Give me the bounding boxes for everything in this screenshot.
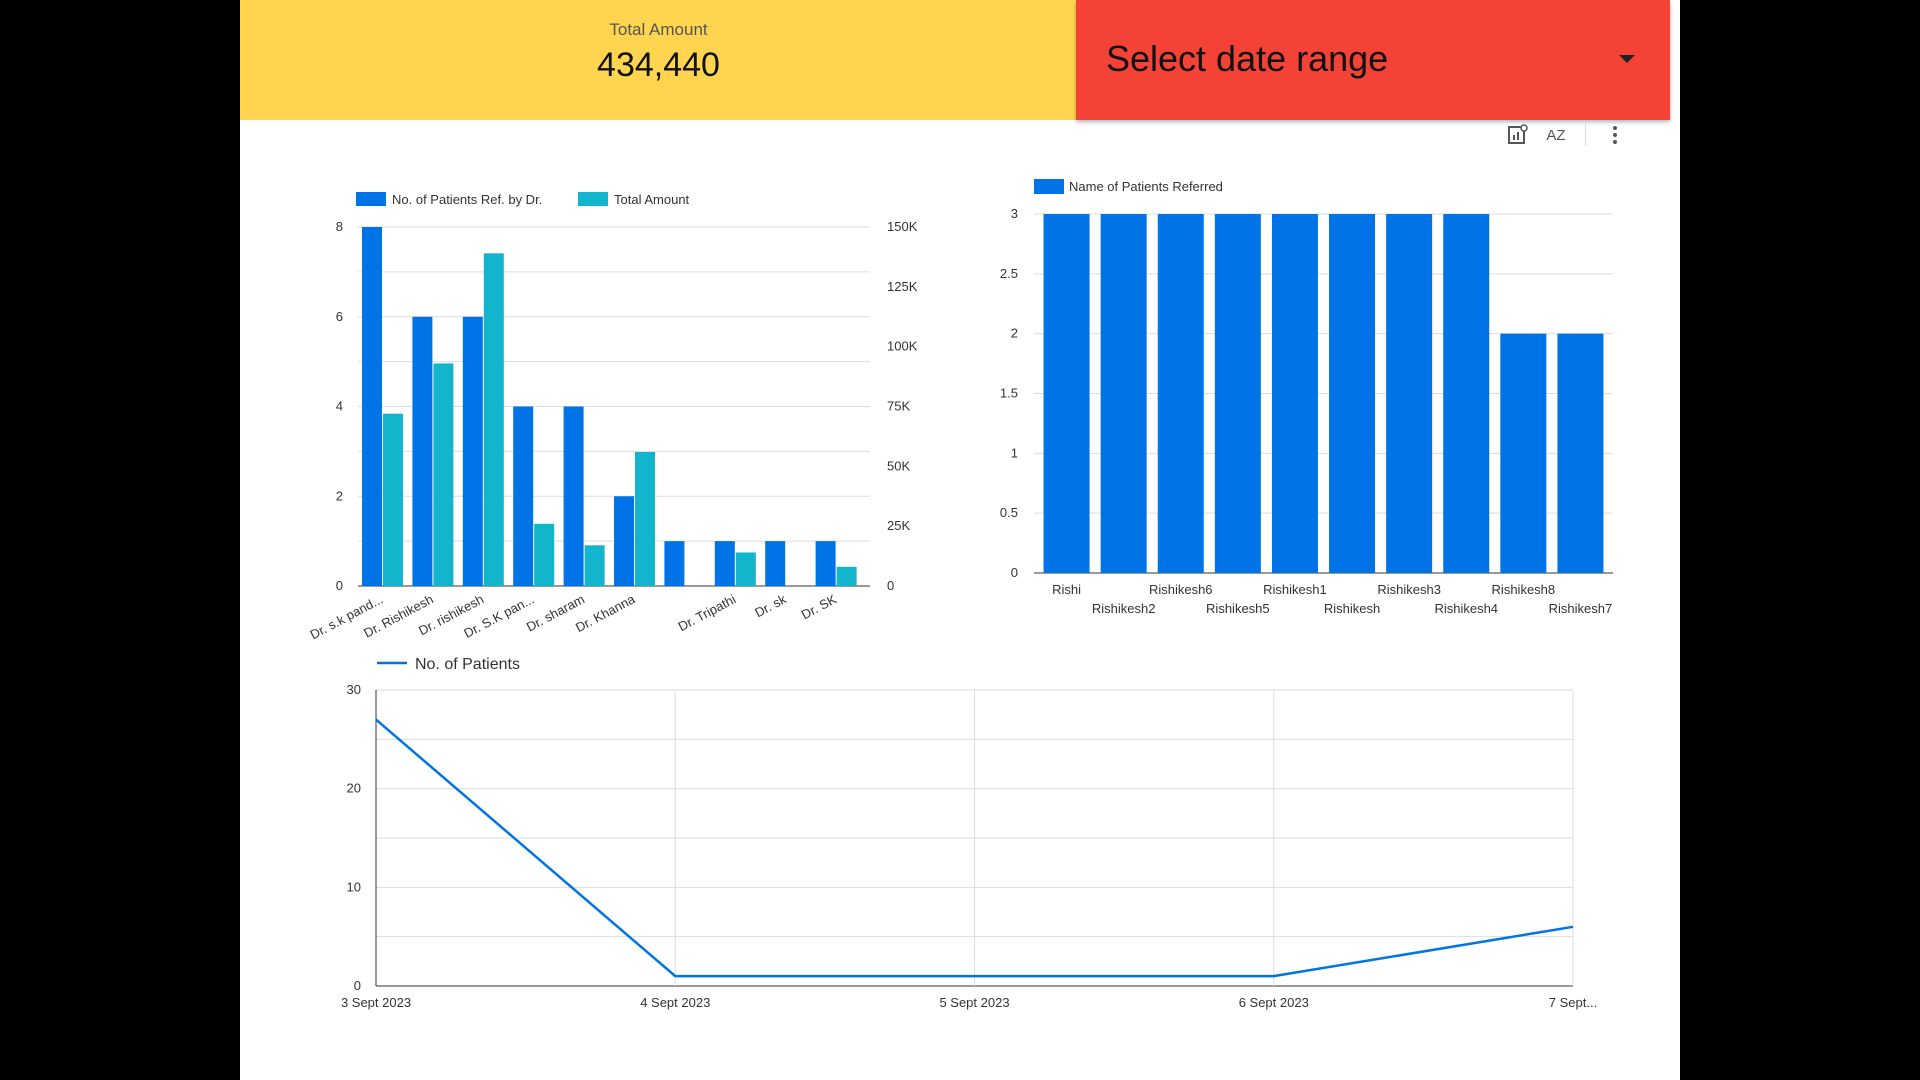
x-date-label: 6 Sept 2023 <box>1239 995 1309 1010</box>
x-date-label: 7 Sept... <box>1549 995 1597 1010</box>
y-tick-label: 30 <box>347 682 361 697</box>
x-date-label: 3 Sept 2023 <box>341 995 411 1010</box>
x-date-label: 5 Sept 2023 <box>939 995 1009 1010</box>
report-canvas: Total Amount 434,440 Select date range A… <box>240 0 1680 1080</box>
legend-label-no-of-patients: No. of Patients <box>415 656 520 673</box>
patients-timeseries-chart: 0 10 20 30 3 Sept 2023 4 Sept 2023 5 Sept 2023… <box>341 656 1597 1010</box>
y-tick-label: 10 <box>347 879 361 894</box>
y-tick-label: 20 <box>347 781 361 796</box>
y-tick-label: 0 <box>354 978 361 993</box>
x-date-label: 4 Sept 2023 <box>640 995 710 1010</box>
